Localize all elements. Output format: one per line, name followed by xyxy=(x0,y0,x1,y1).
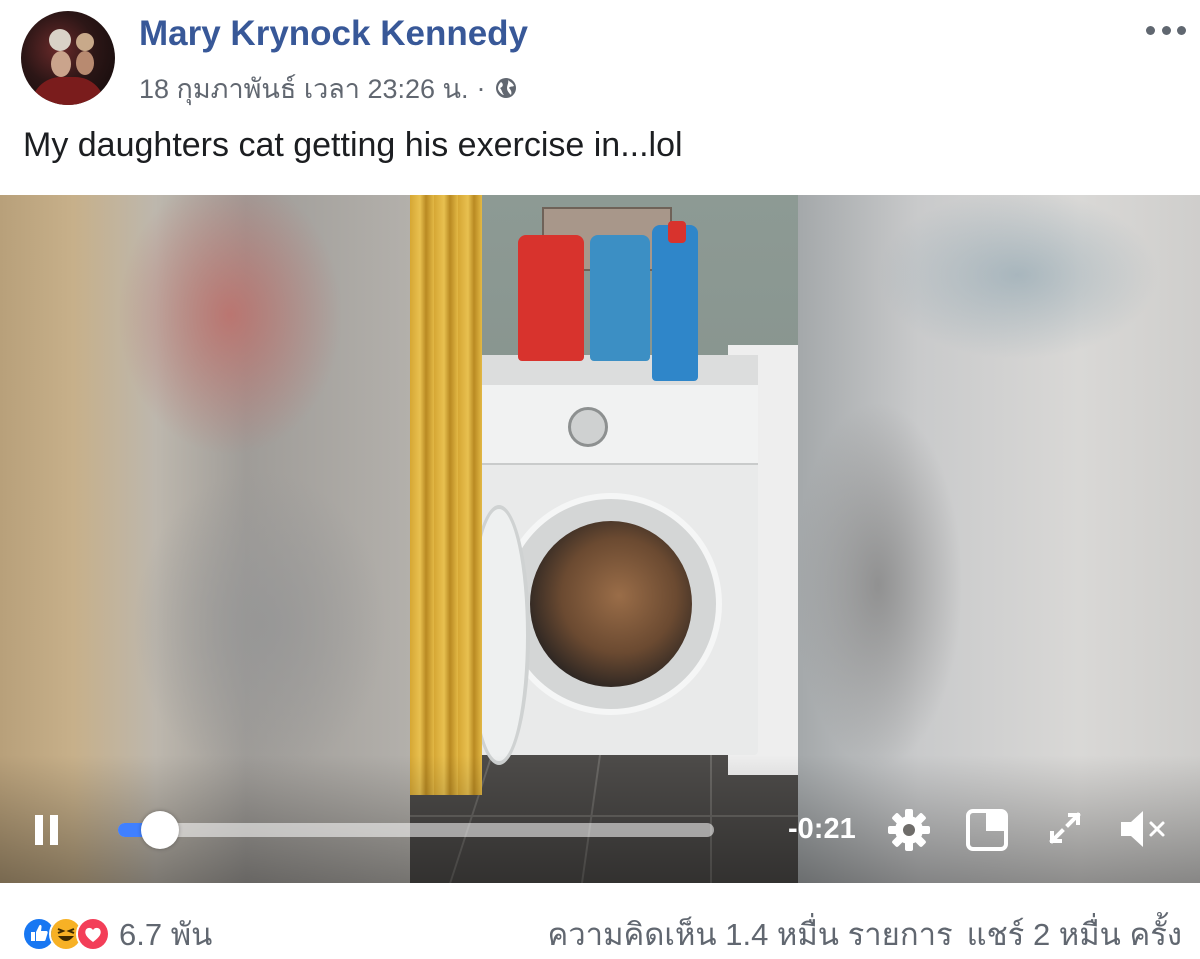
post-meta: 18 กุมภาพันธ์ เวลา 23:26 น. · xyxy=(139,70,518,106)
love-reaction-icon xyxy=(76,917,110,951)
pip-icon[interactable] xyxy=(966,809,1008,851)
author-avatar[interactable] xyxy=(21,11,115,105)
volume-muted-icon[interactable] xyxy=(1117,807,1169,851)
time-remaining: -0:21 xyxy=(788,813,856,845)
shares-count-link[interactable]: แชร์ 2 หมื่น ครั้ง xyxy=(967,909,1182,959)
reactions-summary[interactable]: 6.7 พัน xyxy=(22,914,212,954)
author-name-link[interactable]: Mary Krynock Kennedy xyxy=(139,14,528,54)
progress-bar[interactable] xyxy=(118,811,714,849)
gear-icon[interactable] xyxy=(886,807,932,853)
post-caption: My daughters cat getting his exercise in… xyxy=(23,126,683,164)
progress-handle[interactable] xyxy=(140,811,179,849)
comments-count-link[interactable]: ความคิดเห็น 1.4 หมื่น รายการ xyxy=(548,909,953,959)
engagement-stats: ความคิดเห็น 1.4 หมื่น รายการ แชร์ 2 หมื่… xyxy=(548,914,1182,954)
meta-separator: · xyxy=(476,72,486,103)
post-timestamp[interactable]: 18 กุมภาพันธ์ เวลา 23:26 น. xyxy=(139,67,469,110)
washing-machine xyxy=(468,355,758,765)
globe-icon[interactable] xyxy=(494,76,518,100)
feed-post: Mary Krynock Kennedy 18 กุมภาพันธ์ เวลา … xyxy=(0,0,1200,955)
reaction-count: 6.7 พัน xyxy=(119,917,213,952)
more-options-icon[interactable] xyxy=(1146,20,1186,40)
fullscreen-icon[interactable] xyxy=(1046,809,1084,847)
video-player[interactable]: -0:21 xyxy=(0,195,1200,883)
curtain xyxy=(410,195,482,795)
pause-icon[interactable] xyxy=(33,815,61,845)
